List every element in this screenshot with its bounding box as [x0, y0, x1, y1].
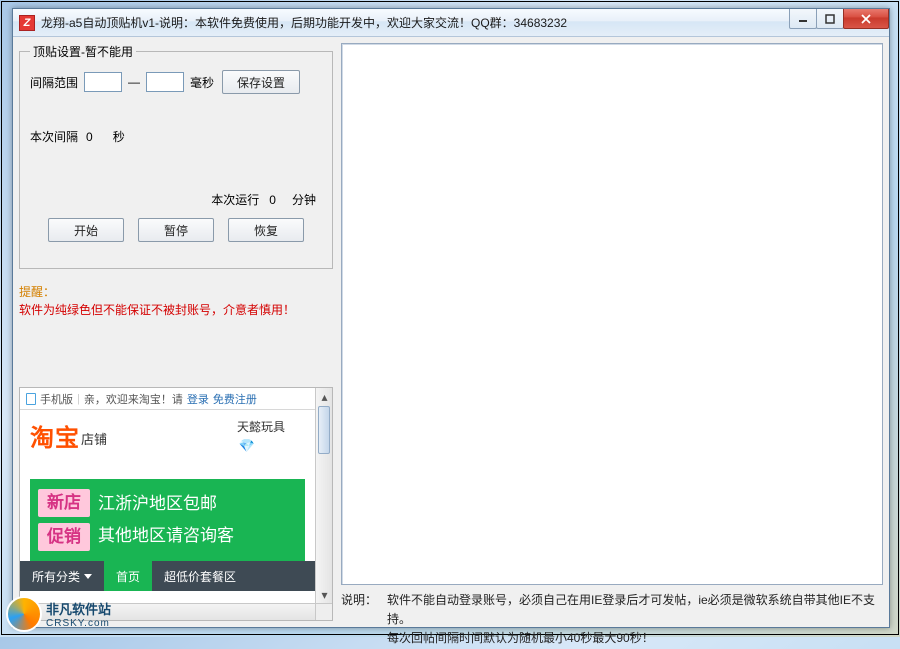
- settings-groupbox: 顶贴设置-暂不能用 间隔范围 — 毫秒 保存设置 本次间隔 0: [19, 43, 333, 269]
- this-interval-label: 本次间隔: [30, 128, 78, 145]
- titlebar[interactable]: Z 龙翔-a5自动顶贴机v1-说明：本软件免费使用，后期功能开发中，欢迎大家交流…: [13, 9, 889, 37]
- nav-all-categories[interactable]: 所有分类: [20, 561, 104, 591]
- chevron-down-icon: [84, 574, 92, 579]
- warning-label: 提醒：: [19, 285, 55, 299]
- warning-block: 提醒： 软件为纯绿色但不能保证不被封账号，介意者慎用！: [19, 283, 333, 319]
- this-run-value: 0: [269, 193, 276, 207]
- close-button[interactable]: [843, 9, 889, 29]
- settings-legend: 顶贴设置-暂不能用: [30, 43, 136, 60]
- promo-line1: 江浙沪地区包邮: [98, 488, 305, 520]
- interval-to-input[interactable]: [146, 72, 184, 92]
- mobile-icon: [26, 393, 36, 405]
- this-run-label: 本次运行: [211, 191, 259, 208]
- this-run-unit: 分钟: [292, 191, 316, 208]
- warning-text: 软件为纯绿色但不能保证不被封账号，介意者慎用！: [19, 303, 295, 317]
- interval-unit: 毫秒: [190, 74, 214, 91]
- nav-home[interactable]: 首页: [104, 561, 152, 591]
- left-column: 顶贴设置-暂不能用 间隔范围 — 毫秒 保存设置 本次间隔 0: [19, 43, 333, 621]
- scroll-corner: [315, 603, 332, 620]
- nav-deal[interactable]: 超低价套餐区: [152, 561, 248, 591]
- maximize-button[interactable]: [816, 9, 844, 29]
- embedded-browser: 手机版 | 亲，欢迎来淘宝！请登录 免费注册 淘宝店铺 天懿玩具 💎 新店 促销: [19, 387, 333, 621]
- login-link[interactable]: 登录: [187, 391, 209, 407]
- explain-line1: 软件不能自动登录账号，必须自己在用IE登录后才可发帖，ie必须是微软系统自带其他…: [387, 591, 883, 629]
- pause-button[interactable]: 暂停: [138, 218, 214, 242]
- this-interval-unit: 秒: [113, 128, 125, 145]
- scroll-thumb[interactable]: [318, 406, 330, 454]
- explain-label: 说明：: [341, 591, 387, 623]
- promo-badge-sale: 促销: [38, 523, 90, 551]
- promo-badge-new: 新店: [38, 489, 90, 517]
- right-column: 说明： 软件不能自动登录账号，必须自己在用IE登录后才可发帖，ie必须是微软系统…: [341, 43, 883, 621]
- explain-line2: 每次回帖间隔时间默认为随机最小40秒最大90秒！: [387, 629, 883, 648]
- minimize-button[interactable]: [789, 9, 817, 29]
- resume-button[interactable]: 恢复: [228, 218, 304, 242]
- scroll-down-icon[interactable]: ▾: [316, 586, 333, 603]
- taobao-logo: 淘宝: [30, 425, 80, 452]
- diamond-icon: 💎: [239, 438, 255, 454]
- explain-block: 说明： 软件不能自动登录账号，必须自己在用IE登录后才可发帖，ie必须是微软系统…: [341, 591, 883, 623]
- watermark-icon: [6, 596, 42, 632]
- watermark: 非凡软件站 CRSKY.com: [2, 594, 115, 634]
- save-settings-button[interactable]: 保存设置: [222, 70, 300, 94]
- promo-banner[interactable]: 新店 促销 江浙沪地区包邮 其他地区请咨询客: [30, 479, 305, 561]
- welcome-text: 亲，欢迎来淘宝！请: [84, 391, 183, 407]
- start-button[interactable]: 开始: [48, 218, 124, 242]
- log-textarea[interactable]: [341, 43, 883, 585]
- vertical-scrollbar[interactable]: ▴ ▾: [315, 388, 332, 603]
- watermark-cn: 非凡软件站: [46, 599, 111, 618]
- window-title: 龙翔-a5自动顶贴机v1-说明：本软件免费使用，后期功能开发中，欢迎大家交流！Q…: [41, 14, 567, 31]
- this-interval-value: 0: [86, 130, 93, 144]
- interval-from-input[interactable]: [84, 72, 122, 92]
- taobao-topbar: 手机版 | 亲，欢迎来淘宝！请登录 免费注册: [20, 388, 315, 410]
- app-window: Z 龙翔-a5自动顶贴机v1-说明：本软件免费使用，后期功能开发中，欢迎大家交流…: [12, 8, 890, 628]
- promo-line2: 其他地区请咨询客: [98, 520, 305, 552]
- watermark-en: CRSKY.com: [46, 618, 111, 629]
- shop-nav: 所有分类 首页 超低价套餐区: [20, 561, 315, 591]
- taobao-sub: 店铺: [81, 432, 107, 447]
- shop-name[interactable]: 天懿玩具: [237, 418, 285, 435]
- scroll-up-icon[interactable]: ▴: [316, 388, 333, 405]
- dash: —: [128, 75, 140, 89]
- register-link[interactable]: 免费注册: [213, 391, 257, 407]
- mobile-label[interactable]: 手机版: [40, 391, 73, 407]
- app-icon: Z: [19, 15, 35, 31]
- interval-label: 间隔范围: [30, 74, 78, 91]
- client-area: 顶贴设置-暂不能用 间隔范围 — 毫秒 保存设置 本次间隔 0: [13, 37, 889, 627]
